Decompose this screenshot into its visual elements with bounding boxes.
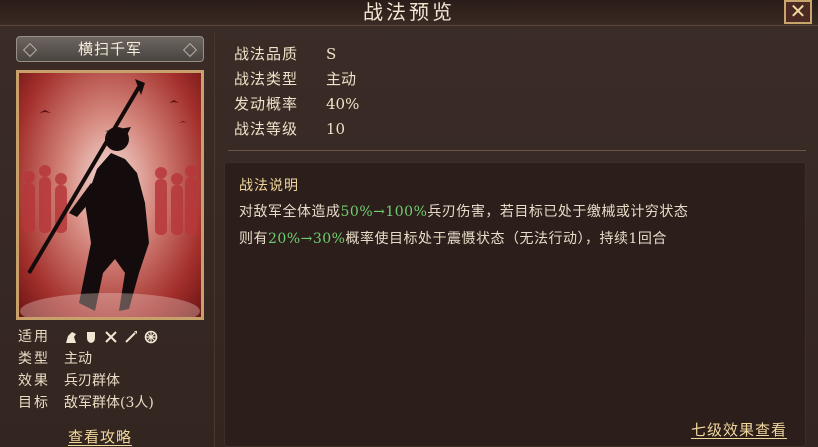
stat-label: 战法品质 (234, 45, 299, 63)
window-title: 战法预览 (363, 0, 455, 24)
skill-name-plate: 横扫千军 (16, 36, 204, 62)
description-text: 对敌军全体造成 (239, 204, 341, 220)
column-divider (214, 32, 215, 447)
stat-row-probability: 发动概率 40% (234, 92, 359, 117)
description-line-2: 则有20%→30%概率使目标处于震慑状态（无法行动），持续1回合 (239, 228, 667, 248)
effect-label: 效果 (18, 373, 50, 389)
skill-card-panel: 横扫千军 适用 类型 主动 效果 兵刃群体 目标 敌军群体(3人) 查看攻略 (8, 32, 208, 447)
close-button[interactable]: ✕ (784, 0, 812, 24)
spear-icon (124, 330, 138, 344)
stats-divider (228, 150, 806, 151)
skill-info-list: 适用 类型 主动 效果 兵刃群体 目标 敌军群体(3人) (18, 326, 208, 414)
shield-icon (84, 330, 98, 344)
horse-icon (64, 330, 78, 344)
stat-row-quality: 战法品质 S (234, 42, 359, 67)
damage-rate-value: 50%→100% (340, 204, 428, 220)
effect-row: 效果 兵刃群体 (18, 370, 208, 392)
skill-stats: 战法品质 S 战法类型 主动 发动概率 40% 战法等级 10 (234, 42, 359, 142)
stat-label: 战法等级 (234, 120, 299, 138)
target-value: 敌军群体(3人) (64, 395, 154, 411)
cavalry-silhouette-art (20, 79, 200, 317)
stun-chance-value: 20%→30% (268, 231, 346, 247)
crossed-swords-icon (104, 330, 118, 344)
level7-effect-link[interactable]: 七级效果查看 (691, 419, 787, 440)
stat-label: 发动概率 (234, 95, 299, 113)
description-title: 战法说明 (239, 178, 299, 194)
effect-value: 兵刃群体 (64, 373, 120, 389)
stat-row-level: 战法等级 10 (234, 117, 359, 142)
stat-row-type: 战法类型 主动 (234, 67, 359, 92)
wheel-icon (144, 330, 158, 344)
description-text: 则有 (239, 231, 268, 247)
skill-preview-window: 战法预览 ✕ 横扫千军 适用 类型 主动 效果 兵刃群体 目标 敌军群体(3人)… (0, 0, 818, 447)
stat-value: S (326, 45, 337, 63)
type-label: 类型 (18, 351, 50, 367)
type-value: 主动 (64, 351, 92, 367)
skill-description-panel: 战法说明 对敌军全体造成50%→100%兵刃伤害，若目标已处于缴械或计穷状态 则… (224, 162, 806, 447)
description-text: 兵刃伤害，若目标已处于缴械或计穷状态 (427, 204, 689, 220)
unit-type-icons (64, 326, 158, 348)
target-label: 目标 (18, 395, 50, 411)
title-bar: 战法预览 ✕ (0, 0, 818, 26)
units-label: 适用 (18, 329, 50, 345)
stat-value: 40% (326, 95, 360, 113)
stat-value: 主动 (326, 70, 357, 88)
target-row: 目标 敌军群体(3人) (18, 392, 208, 414)
description-line-1: 对敌军全体造成50%→100%兵刃伤害，若目标已处于缴械或计穷状态 (239, 201, 688, 221)
stat-value: 10 (326, 120, 346, 138)
skill-card-art (16, 70, 204, 320)
type-row: 类型 主动 (18, 348, 208, 370)
description-text: 概率使目标处于震慑状态（无法行动），持续1回合 (345, 231, 667, 247)
units-row: 适用 (18, 326, 208, 348)
stat-label: 战法类型 (234, 70, 299, 88)
view-guide-link[interactable]: 查看攻略 (68, 426, 132, 447)
